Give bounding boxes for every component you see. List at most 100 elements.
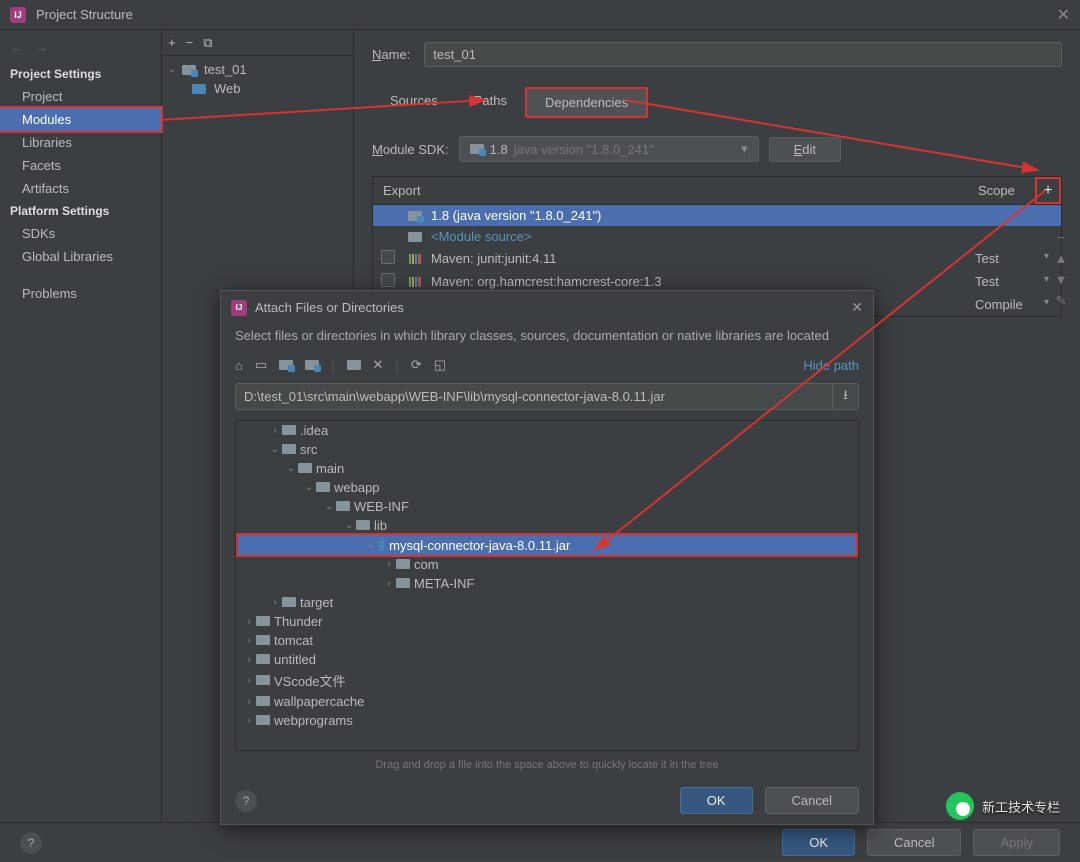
module-root[interactable]: ⌄ test_01 xyxy=(162,60,353,79)
desktop-icon[interactable]: ▭ xyxy=(255,357,267,373)
edit-sdk-button[interactable]: Edit xyxy=(769,137,841,162)
path-input[interactable] xyxy=(235,383,833,410)
show-hidden-icon[interactable]: ◱ xyxy=(434,357,446,373)
remove-dep-icon[interactable]: − xyxy=(1057,230,1065,245)
main-apply-button[interactable]: Apply xyxy=(973,829,1060,856)
col-scope: Scope xyxy=(970,177,1035,204)
scope-select[interactable]: Compile xyxy=(975,297,1053,312)
dep-row-junit[interactable]: Maven: junit:junit:4.11 Test xyxy=(373,247,1061,270)
tab-paths[interactable]: Paths xyxy=(456,87,525,118)
main-ok-button[interactable]: OK xyxy=(782,829,855,856)
add-dependency-button[interactable]: + xyxy=(1035,177,1061,204)
tree-item-folder[interactable]: ›tomcat xyxy=(236,631,858,650)
tree-item-folder[interactable]: ›untitled xyxy=(236,650,858,669)
dialog-cancel-button[interactable]: Cancel xyxy=(765,787,859,814)
scope-select[interactable]: Test xyxy=(975,274,1053,289)
dep-row-sdk[interactable]: 1.8 (java version "1.8.0_241") xyxy=(373,205,1061,226)
attach-dialog: IJ Attach Files or Directories ✕ Select … xyxy=(220,290,874,825)
scope-select[interactable]: Test xyxy=(975,251,1053,266)
nav-heading-platform: Platform Settings xyxy=(0,200,161,222)
main-cancel-button[interactable]: Cancel xyxy=(867,829,961,856)
module-icon[interactable] xyxy=(305,358,319,373)
col-export: Export xyxy=(373,177,970,204)
tree-item-folder[interactable]: ⌄src xyxy=(236,440,858,459)
move-down-icon[interactable]: ▼ xyxy=(1055,272,1068,287)
add-module-icon[interactable]: + xyxy=(168,35,176,50)
tree-item-folder[interactable]: ⌄main xyxy=(236,459,858,478)
nav-heading-project: Project Settings xyxy=(0,63,161,85)
dep-text: Maven: org.hamcrest:hamcrest-core:1.3 xyxy=(425,274,975,289)
sdk-select[interactable]: 1.8 java version "1.8.0_241" ▾ xyxy=(459,136,759,162)
nav-facets[interactable]: Facets xyxy=(0,154,161,177)
tree-item-jar[interactable]: ⌄▮mysql-connector-java-8.0.11.jar xyxy=(236,533,858,557)
sdk-detail: java version "1.8.0_241" xyxy=(514,142,654,157)
tree-item-folder[interactable]: ⌄webapp xyxy=(236,478,858,497)
dialog-title: Attach Files or Directories xyxy=(255,300,404,315)
nav-forward-icon[interactable]: → xyxy=(35,40,48,55)
lib-icon xyxy=(405,254,425,264)
home-icon[interactable]: ⌂ xyxy=(235,358,243,373)
watermark: 新工技术专栏 xyxy=(946,792,1060,820)
nav-sdks[interactable]: SDKs xyxy=(0,222,161,245)
dep-row-src[interactable]: <Module source> xyxy=(373,226,1061,247)
tree-item-folder[interactable]: ›target xyxy=(236,593,858,612)
name-label: Name: xyxy=(372,47,410,62)
tree-item-folder[interactable]: ›META-INF xyxy=(236,574,858,593)
remove-module-icon[interactable]: − xyxy=(186,35,194,50)
sdk-icon xyxy=(470,144,484,154)
delete-icon[interactable]: ✕ xyxy=(373,357,384,373)
sdk-folder-icon xyxy=(405,211,425,221)
nav-project[interactable]: Project xyxy=(0,85,161,108)
window-title: Project Structure xyxy=(36,7,133,22)
refresh-icon[interactable]: ⟳ xyxy=(411,357,422,373)
nav-back-icon[interactable]: ← xyxy=(10,40,23,55)
tree-item-folder[interactable]: ›wallpapercache xyxy=(236,692,858,711)
sdk-value: 1.8 xyxy=(490,142,508,157)
new-folder-icon[interactable] xyxy=(347,358,361,373)
tree-item-folder[interactable]: ›webprograms xyxy=(236,711,858,730)
hide-path-link[interactable]: Hide path xyxy=(803,358,859,373)
dep-text: <Module source> xyxy=(425,229,1053,244)
dep-side-actions: − ▲ ▼ ✎ xyxy=(1050,230,1072,309)
project-icon[interactable] xyxy=(279,358,293,373)
module-web-label: Web xyxy=(214,81,241,96)
module-web[interactable]: Web xyxy=(162,79,353,98)
tree-item-folder[interactable]: ›com xyxy=(236,555,858,574)
tab-sources[interactable]: Sources xyxy=(372,87,456,118)
dialog-close-icon[interactable]: ✕ xyxy=(851,299,863,316)
nav-artifacts[interactable]: Artifacts xyxy=(0,177,161,200)
path-history-icon[interactable]: ⭳ xyxy=(833,383,859,410)
dialog-logo: IJ xyxy=(231,300,247,316)
copy-module-icon[interactable]: ⧉ xyxy=(203,35,212,51)
tree-item-folder[interactable]: ›Thunder xyxy=(236,612,858,631)
export-checkbox[interactable] xyxy=(381,250,395,264)
nav-problems[interactable]: Problems xyxy=(0,282,161,305)
help-button[interactable]: ? xyxy=(20,832,42,854)
tree-item-folder[interactable]: ›VScode文件 xyxy=(236,669,858,692)
edit-dep-icon[interactable]: ✎ xyxy=(1056,293,1067,309)
chevron-down-icon: ▾ xyxy=(741,141,748,157)
lib-icon xyxy=(405,277,425,287)
left-panel: ← → Project Settings Project Modules Lib… xyxy=(0,30,162,822)
export-checkbox[interactable] xyxy=(381,273,395,287)
close-icon[interactable]: ✕ xyxy=(1057,5,1070,25)
src-folder-icon xyxy=(405,232,425,242)
dialog-ok-button[interactable]: OK xyxy=(680,787,753,814)
tab-dependencies[interactable]: Dependencies xyxy=(525,87,648,118)
main-button-bar: ? OK Cancel Apply xyxy=(0,822,1080,862)
nav-libraries[interactable]: Libraries xyxy=(0,131,161,154)
nav-modules[interactable]: Modules xyxy=(0,106,163,133)
nav-global-libs[interactable]: Global Libraries xyxy=(0,245,161,268)
app-logo: IJ xyxy=(10,7,26,23)
module-root-label: test_01 xyxy=(204,62,247,77)
module-name-input[interactable] xyxy=(424,42,1062,67)
file-tree-hint: Drag and drop a file into the space abov… xyxy=(221,755,873,777)
move-up-icon[interactable]: ▲ xyxy=(1055,251,1068,266)
watermark-text: 新工技术专栏 xyxy=(982,797,1060,816)
dialog-help-button[interactable]: ? xyxy=(235,790,257,812)
tree-item-folder[interactable]: ⌄WEB-INF xyxy=(236,497,858,516)
sdk-label: Module SDK: xyxy=(372,142,449,157)
tree-item-folder[interactable]: ›.idea xyxy=(236,421,858,440)
file-tree[interactable]: ›.idea⌄src⌄main⌄webapp⌄WEB-INF⌄lib⌄▮mysq… xyxy=(235,420,859,751)
dep-text: Maven: junit:junit:4.11 xyxy=(425,251,975,266)
